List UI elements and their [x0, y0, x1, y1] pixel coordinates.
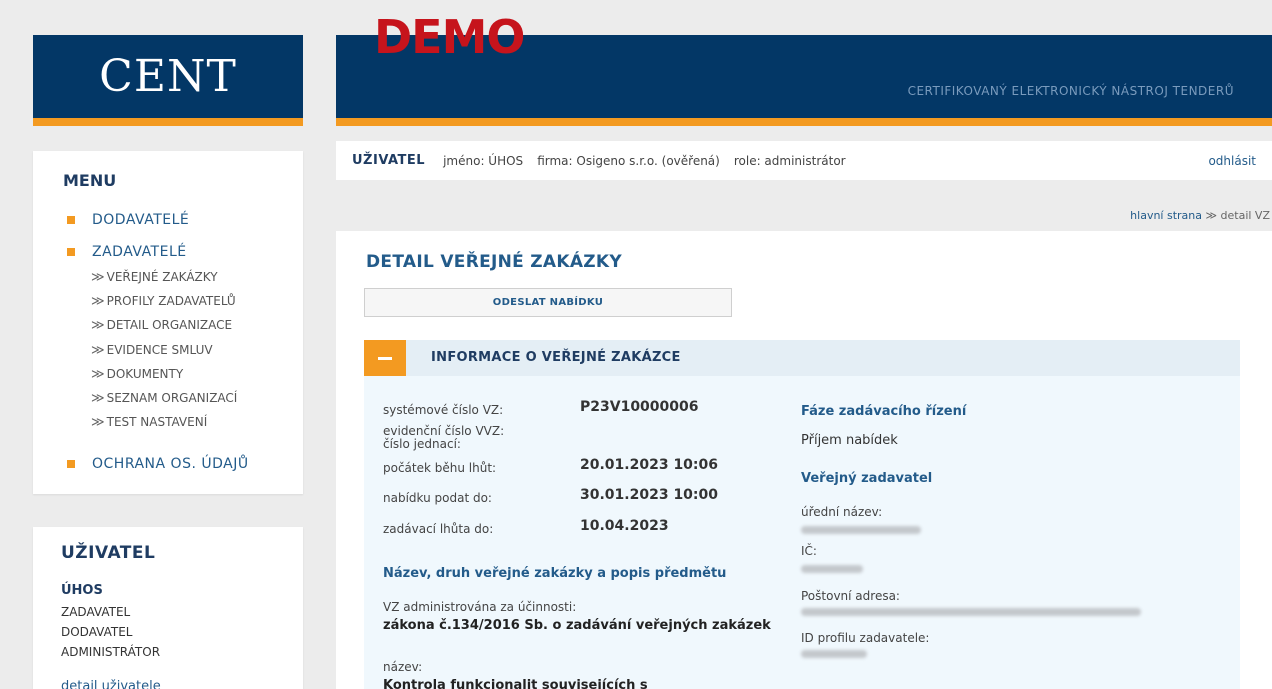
user-name: ÚHOS [61, 583, 103, 598]
breadcrumb-current: detail VZ [1220, 209, 1270, 222]
system-number-value: P23V10000006 [580, 399, 699, 415]
redacted-value [801, 608, 1141, 616]
user-role: DODAVATEL [61, 625, 133, 639]
double-chevron-icon: ≫ [91, 318, 105, 333]
logo[interactable]: CENT [33, 35, 303, 126]
bullet-icon [67, 216, 75, 224]
submenu-verejne-zakazky[interactable]: ≫ VEŘEJNÉ ZAKÁZKY [91, 270, 218, 285]
submenu-label: PROFILY ZADAVATELŮ [106, 294, 236, 308]
ref-number-label: číslo jednací: [383, 437, 461, 451]
menu-item-label: DODAVATELÉ [92, 212, 190, 228]
start-value: 20.01.2023 10:06 [580, 457, 719, 473]
logout-link[interactable]: odhlásit [1208, 154, 1256, 168]
user-bar: UŽIVATEL jméno: ÚHOS firma: Osigeno s.r.… [336, 141, 1272, 180]
phase-value: Příjem nabídek [801, 433, 898, 448]
menu-item-ochrana-udaju[interactable]: OCHRANA OS. ÚDAJŮ [67, 456, 249, 472]
section-body: systémové číslo VZ: P23V10000006 evidenč… [364, 376, 1240, 689]
userbar-company: firma: Osigeno s.r.o. (ověřená) [537, 153, 720, 168]
user-role: ZADAVATEL [61, 605, 131, 619]
submenu-evidence-smluv[interactable]: ≫ EVIDENCE SMLUV [91, 343, 213, 358]
user-role: ADMINISTRÁTOR [61, 645, 161, 659]
menu-title: MENU [63, 171, 117, 190]
admin-label: VZ administrována za účinnosti: [383, 600, 577, 614]
submenu-label: DETAIL ORGANIZACE [106, 318, 233, 332]
user-detail-link[interactable]: detail uživatele [61, 679, 161, 689]
redacted-value [801, 650, 867, 658]
submenu-label: VEŘEJNÉ ZAKÁZKY [106, 270, 218, 284]
bullet-icon [67, 460, 75, 468]
name-label: název: [383, 660, 423, 674]
submenu-label: TEST NASTAVENÍ [106, 415, 208, 429]
user-panel-title: UŽIVATEL [61, 543, 156, 563]
double-chevron-icon: ≫ [91, 270, 105, 285]
menu-item-label: OCHRANA OS. ÚDAJŮ [92, 456, 249, 472]
breadcrumb-home[interactable]: hlavní strana [1130, 209, 1202, 222]
menu-item-zadavatele[interactable]: ZADAVATELÉ [67, 244, 187, 260]
menu-panel: MENU DODAVATELÉ ZADAVATELÉ ≫ VEŘEJNÉ ZAKÁ… [33, 151, 303, 494]
law-value: zákona č.134/2016 Sb. o zadávání veřejný… [383, 618, 771, 633]
breadcrumb-separator-icon: ≫ [1205, 209, 1218, 222]
official-name-label: úřední název: [801, 505, 883, 519]
submenu-seznam-organizaci[interactable]: ≫ SEZNAM ORGANIZACÍ [91, 391, 237, 406]
submenu-test-nastaveni[interactable]: ≫ TEST NASTAVENÍ [91, 415, 207, 430]
userbar-name: jméno: ÚHOS [443, 153, 524, 168]
redacted-value [801, 526, 921, 534]
start-label: počátek běhu lhůt: [383, 461, 497, 475]
double-chevron-icon: ≫ [91, 294, 105, 309]
submenu-dokumenty[interactable]: ≫ DOKUMENTY [91, 367, 183, 382]
profile-id-label: ID profilu zadavatele: [801, 631, 930, 645]
double-chevron-icon: ≫ [91, 415, 105, 430]
double-chevron-icon: ≫ [91, 367, 105, 382]
section-title: INFORMACE O VEŘEJNÉ ZAKÁZCE [431, 350, 681, 365]
deadline-value: 30.01.2023 10:00 [580, 487, 719, 503]
submenu-label: EVIDENCE SMLUV [106, 343, 213, 357]
deadline-label: nabídku podat do: [383, 491, 492, 505]
main-content: DETAIL VEŘEJNÉ ZAKÁZKY ODESLAT NABÍDKU I… [336, 231, 1272, 689]
name-value: Kontrola funkcionalit souvisejících s [383, 678, 648, 689]
section-header[interactable]: INFORMACE O VEŘEJNÉ ZAKÁZCE [364, 340, 1240, 376]
contracting-heading: Veřejný zadavatel [801, 471, 933, 486]
header-subtitle: CERTIFIKOVANÝ ELEKTRONICKÝ NÁSTROJ TENDE… [907, 84, 1234, 98]
page-title: DETAIL VEŘEJNÉ ZAKÁZKY [366, 252, 623, 272]
binding-label: zadávací lhůta do: [383, 522, 494, 536]
send-offer-button[interactable]: ODESLAT NABÍDKU [364, 288, 732, 317]
user-panel: UŽIVATEL ÚHOS ZADAVATEL DODAVATEL ADMINI… [33, 527, 303, 689]
menu-item-dodavatele[interactable]: DODAVATELÉ [67, 212, 189, 228]
submenu-label: DOKUMENTY [106, 367, 184, 381]
logo-text: CENT [99, 51, 237, 102]
submenu-profily-zadavatelu[interactable]: ≫ PROFILY ZADAVATELŮ [91, 294, 236, 309]
double-chevron-icon: ≫ [91, 391, 105, 406]
minus-icon [378, 356, 392, 360]
breadcrumb: hlavní strana ≫ detail VZ [1130, 209, 1270, 222]
binding-value: 10.04.2023 [580, 518, 669, 534]
userbar-label: UŽIVATEL [352, 153, 426, 168]
submenu-label: SEZNAM ORGANIZACÍ [106, 391, 238, 405]
menu-item-label: ZADAVATELÉ [92, 244, 187, 260]
system-number-label: systémové číslo VZ: [383, 403, 504, 417]
userbar-role: role: administrátor [733, 153, 846, 168]
bullet-icon [67, 248, 75, 256]
ic-label: IČ: [801, 544, 817, 558]
collapse-button[interactable] [364, 340, 406, 376]
phase-heading: Fáze zadávacího řízení [801, 404, 967, 419]
demo-label: DEMO [374, 10, 525, 64]
redacted-value [801, 565, 863, 573]
double-chevron-icon: ≫ [91, 343, 105, 358]
subject-heading: Název, druh veřejné zakázky a popis před… [383, 566, 727, 581]
address-label: Poštovní adresa: [801, 589, 900, 603]
submenu-detail-organizace[interactable]: ≫ DETAIL ORGANIZACE [91, 318, 232, 333]
